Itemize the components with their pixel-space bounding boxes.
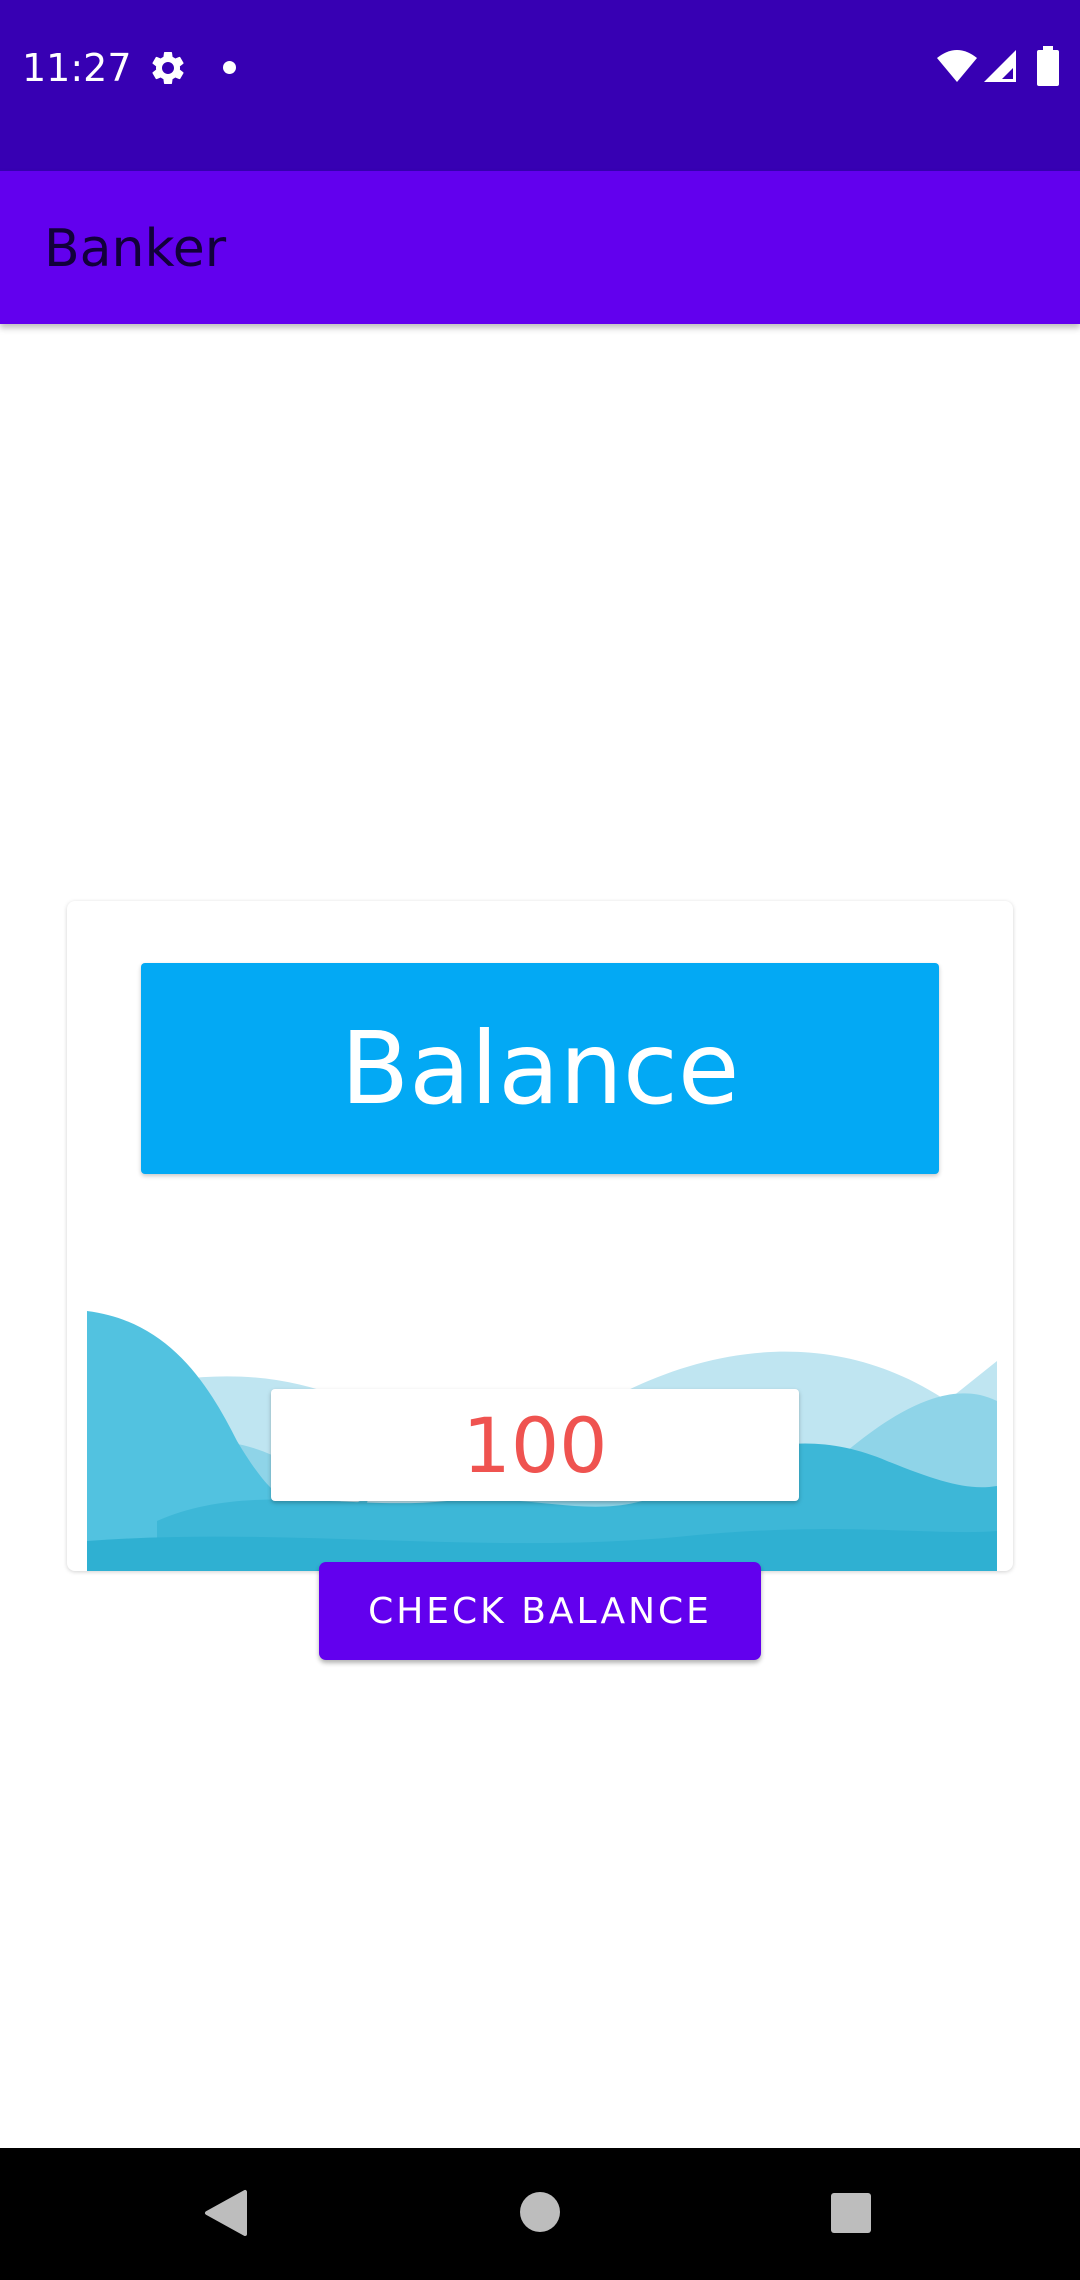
check-balance-button[interactable]: CHECK BALANCE xyxy=(319,1562,761,1660)
navigation-bar xyxy=(0,2148,1080,2280)
status-bar: 11:27 xyxy=(0,0,1080,171)
cell-signal-icon xyxy=(984,50,1016,82)
balance-header-label: Balance xyxy=(340,1010,740,1127)
status-time: 11:27 xyxy=(22,46,132,90)
balance-amount-field: 100 xyxy=(271,1389,799,1501)
app-title: Banker xyxy=(44,219,227,279)
gear-icon xyxy=(152,52,184,84)
battery-icon xyxy=(1037,46,1059,86)
recents-icon[interactable] xyxy=(830,2192,872,2234)
wifi-icon xyxy=(937,50,977,82)
balance-card: Balance 100 xyxy=(67,901,1013,1571)
home-icon[interactable] xyxy=(518,2190,562,2234)
balance-header: Balance xyxy=(141,963,939,1174)
app-bar: Banker xyxy=(0,171,1080,324)
balance-amount: 100 xyxy=(462,1400,608,1490)
back-icon[interactable] xyxy=(203,2188,249,2238)
notification-dot-icon xyxy=(223,61,236,74)
